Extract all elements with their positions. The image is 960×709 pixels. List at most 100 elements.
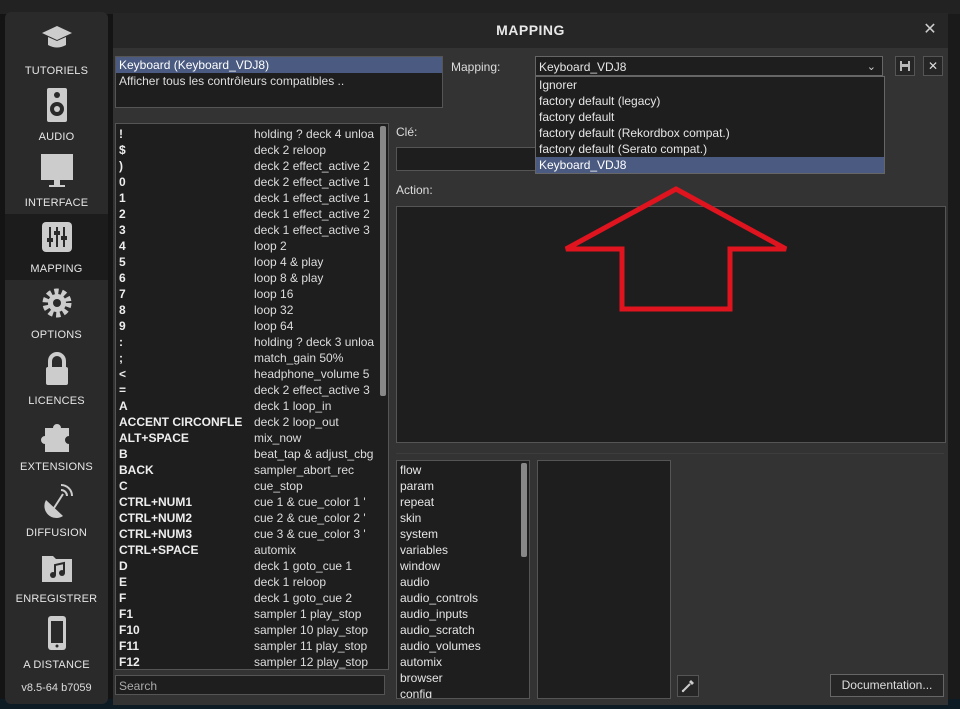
delete-mapping-button[interactable]: ✕ — [923, 56, 943, 76]
sliders-icon — [41, 218, 73, 256]
key-name: 0 — [119, 175, 126, 189]
key-mapping-row[interactable]: CTRL+SPACE automix — [116, 542, 378, 558]
sidebar-item-label: AUDIO — [38, 131, 75, 143]
mapping-option[interactable]: Ignorer — [536, 77, 884, 93]
mapping-option[interactable]: factory default (Serato compat.) — [536, 141, 884, 157]
sidebar-item-a-distance[interactable]: A DISTANCE — [5, 610, 108, 676]
category-list-scrollbar[interactable] — [521, 463, 527, 557]
key-mapping-row[interactable]: 1 deck 1 effect_active 1 — [116, 190, 378, 206]
save-mapping-button[interactable] — [895, 56, 915, 76]
sidebar-item-enregistrer[interactable]: ENREGISTRER — [5, 544, 108, 610]
key-mapping-row[interactable]: CTRL+NUM2 cue 2 & cue_color 2 ' — [116, 510, 378, 526]
documentation-button[interactable]: Documentation... — [830, 674, 944, 697]
search-input[interactable]: Search — [115, 675, 385, 695]
key-mapping-row[interactable]: 3 deck 1 effect_active 3 — [116, 222, 378, 238]
key-mapping-row[interactable]: ALT+SPACE mix_now — [116, 430, 378, 446]
category-item[interactable]: param — [400, 478, 434, 494]
key-action: deck 2 effect_active 3 — [254, 383, 370, 397]
controller-item-keyboard[interactable]: Keyboard (Keyboard_VDJ8) — [116, 57, 442, 73]
category-item[interactable]: window — [400, 558, 440, 574]
key-action: automix — [254, 543, 297, 557]
category-item[interactable]: flow — [400, 462, 421, 478]
key-action: holding ? deck 3 unloa — [254, 335, 375, 349]
key-mapping-row[interactable]: 8 loop 32 — [116, 302, 378, 318]
key-mapping-row[interactable]: ; match_gain 50% — [116, 350, 378, 366]
category-item[interactable]: variables — [400, 542, 448, 558]
key-name: CTRL+NUM3 — [119, 527, 193, 541]
sidebar-item-tutoriels[interactable]: TUTORIELS — [5, 16, 108, 82]
close-icon: ✕ — [927, 59, 939, 73]
key-mapping-row[interactable]: BACK sampler_abort_rec — [116, 462, 378, 478]
key-mapping-row[interactable]: Adeck 1 loop_in — [116, 398, 378, 414]
key-name: B — [119, 447, 128, 461]
key-name: 6 — [119, 271, 126, 285]
mapping-option[interactable]: factory default (Rekordbox compat.) — [536, 125, 884, 141]
pick-action-button[interactable] — [677, 675, 699, 697]
key-mapping-row[interactable]: ! holding ? deck 4 unloa — [116, 126, 378, 142]
category-item[interactable]: audio_inputs — [400, 606, 468, 622]
key-mapping-row[interactable]: F11 sampler 11 play_stop — [116, 638, 378, 654]
close-dialog-button[interactable]: ✕ — [920, 20, 940, 40]
key-mapping-row[interactable]: ) deck 2 effect_active 2 — [116, 158, 378, 174]
key-mapping-row[interactable]: : holding ? deck 3 unloa — [116, 334, 378, 350]
key-mapping-row[interactable]: F1 sampler 1 play_stop — [116, 606, 378, 622]
sidebar-item-options[interactable]: OPTIONS — [5, 280, 108, 346]
key-mapping-row[interactable]: < headphone_volume 5 — [116, 366, 378, 382]
sidebar-item-label: LICENCES — [28, 395, 85, 407]
sidebar-item-interface[interactable]: INTERFACE — [5, 148, 108, 214]
key-action: loop 2 — [254, 239, 287, 253]
sidebar-item-audio[interactable]: AUDIO — [5, 82, 108, 148]
category-item[interactable]: audio_scratch — [400, 622, 475, 638]
key-mapping-row[interactable]: 6 loop 8 & play — [116, 270, 378, 286]
sidebar-item-diffusion[interactable]: DIFFUSION — [5, 478, 108, 544]
key-action: mix_now — [254, 431, 302, 445]
key-mapping-row[interactable]: Edeck 1 reloop — [116, 574, 378, 590]
key-mapping-row[interactable]: 7 loop 16 — [116, 286, 378, 302]
key-mapping-row[interactable]: 2 deck 1 effect_active 2 — [116, 206, 378, 222]
key-name: ! — [119, 127, 123, 141]
category-item[interactable]: automix — [400, 654, 442, 670]
key-mapping-row[interactable]: Ccue_stop — [116, 478, 378, 494]
key-action: deck 1 reloop — [254, 575, 327, 589]
key-mapping-row[interactable]: CTRL+NUM1 cue 1 & cue_color 1 ' — [116, 494, 378, 510]
category-item[interactable]: skin — [400, 510, 421, 526]
mapping-option[interactable]: factory default — [536, 109, 884, 125]
category-item[interactable]: config — [400, 686, 432, 698]
key-mapping-row[interactable]: 5 loop 4 & play — [116, 254, 378, 270]
category-item[interactable]: system — [400, 526, 438, 542]
key-action: sampler 1 play_stop — [254, 607, 362, 621]
mapping-option[interactable]: Keyboard_VDJ8 — [536, 157, 884, 173]
category-item[interactable]: repeat — [400, 494, 434, 510]
key-mapping-row[interactable]: CTRL+NUM3 cue 3 & cue_color 3 ' — [116, 526, 378, 542]
key-mapping-row[interactable]: Bbeat_tap & adjust_cbg — [116, 446, 378, 462]
mapping-select[interactable]: Keyboard_VDJ8 ⌄ — [535, 56, 883, 76]
sidebar-item-extensions[interactable]: EXTENSIONS — [5, 412, 108, 478]
controller-item-show-compatible[interactable]: Afficher tous les contrôleurs compatible… — [116, 73, 442, 89]
key-action: holding ? deck 4 unloa — [254, 127, 375, 141]
key-mapping-row[interactable]: 0 deck 2 effect_active 1 — [116, 174, 378, 190]
divider — [396, 453, 944, 454]
key-mapping-row[interactable]: 9 loop 64 — [116, 318, 378, 334]
key-name: 5 — [119, 255, 126, 269]
monitor-icon — [41, 152, 73, 190]
key-mapping-row[interactable]: 4 loop 2 — [116, 238, 378, 254]
key-mapping-row[interactable]: Ddeck 1 goto_cue 1 — [116, 558, 378, 574]
key-name: C — [119, 479, 128, 493]
sidebar-item-label: OPTIONS — [31, 329, 82, 341]
sidebar-item-mapping[interactable]: MAPPING — [5, 214, 108, 280]
category-item[interactable]: browser — [400, 670, 443, 686]
key-action: beat_tap & adjust_cbg — [254, 447, 374, 461]
key-mapping-row[interactable]: Fdeck 1 goto_cue 2 — [116, 590, 378, 606]
key-mapping-row[interactable]: $ deck 2 reloop — [116, 142, 378, 158]
category-item[interactable]: audio_volumes — [400, 638, 481, 654]
mapping-option[interactable]: factory default (legacy) — [536, 93, 884, 109]
key-list-scrollbar[interactable] — [380, 126, 386, 396]
key-mapping-row[interactable]: ACCENT CIRCONFLE deck 2 loop_out — [116, 414, 378, 430]
key-action: sampler_abort_rec — [254, 463, 355, 477]
category-item[interactable]: audio — [400, 574, 429, 590]
sidebar-item-licences[interactable]: LICENCES — [5, 346, 108, 412]
key-mapping-row[interactable]: F12 sampler 12 play_stop — [116, 654, 378, 669]
key-mapping-row[interactable]: F10 sampler 10 play_stop — [116, 622, 378, 638]
key-mapping-row[interactable]: = deck 2 effect_active 3 — [116, 382, 378, 398]
category-item[interactable]: audio_controls — [400, 590, 478, 606]
